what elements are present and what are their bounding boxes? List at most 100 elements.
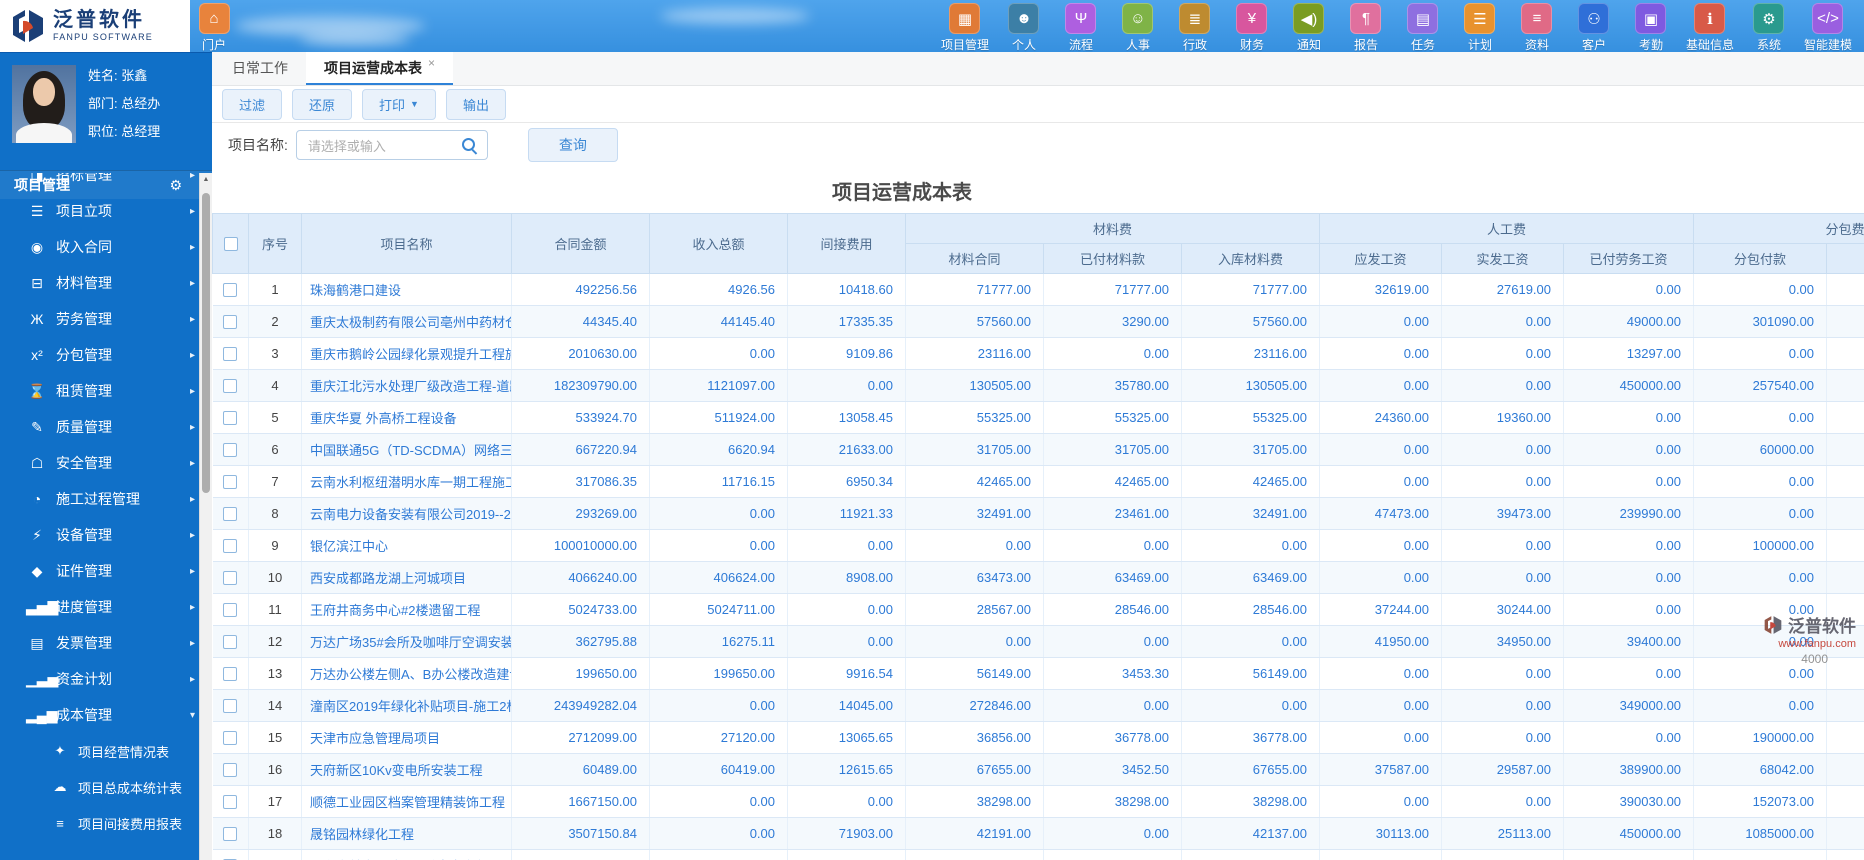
project-name-link[interactable]: 万达广场35#会所及咖啡厅空调安装工程 [301,625,512,658]
cell-material_contract: 63473.00 [905,561,1044,594]
row-checkbox[interactable] [223,411,238,426]
nav-item-document[interactable]: ≡ 资料 [1515,3,1559,53]
project-name-link[interactable]: 珠海鹤港口建设 [301,273,512,306]
nav-item-system-gear[interactable]: ⚙ 系统 [1747,3,1791,53]
tab-日常工作[interactable]: 日常工作 [214,52,306,85]
row-checkbox[interactable] [223,827,238,842]
nav-item-finance-money[interactable]: ¥ 财务 [1230,3,1274,53]
row-checkbox[interactable] [223,667,238,682]
row-checkbox[interactable] [223,347,238,362]
nav-item-flowchart[interactable]: Ψ 流程 [1059,3,1103,53]
row-checkbox[interactable] [223,603,238,618]
nav-item-person[interactable]: ☻ 个人 [1002,3,1046,53]
cell-material_stock: 130505.00 [1181,369,1321,402]
sidebar-item-labor[interactable]: Ж 劳务管理 ▸ [0,301,212,337]
project-name-link[interactable]: 重庆华夏 外高桥工程设备 [301,401,512,434]
sidebar-subitem-report-operation[interactable]: ✦ 项目经营情况表 [0,733,212,769]
select-all-checkbox[interactable] [223,237,238,252]
nav-item-project-grid[interactable]: ▦ 项目管理 [941,3,989,53]
row-checkbox[interactable] [223,571,238,586]
system-gear-icon: ⚙ [1753,3,1785,34]
过滤-button[interactable]: 过滤 [222,88,283,120]
sidebar-item-safety-helmet[interactable]: ☖ 安全管理 ▸ [0,445,212,481]
nav-item-speaker[interactable]: ◀) 通知 [1287,3,1331,53]
sidebar-item-invoice-doc[interactable]: ▤ 发票管理 ▸ [0,625,212,661]
row-checkbox[interactable] [223,443,238,458]
打印-button[interactable]: 打印 ▼ [362,88,436,120]
scrollbar-up-arrow[interactable]: ▲ [200,173,212,187]
tab-项目运营成本表[interactable]: 项目运营成本表 × [306,52,454,85]
col-material-stock: 入库材料费 [1180,243,1321,274]
sidebar-item-subcontract[interactable]: x² 分包管理 ▸ [0,337,212,373]
project-name-link[interactable]: 西安成都路龙湖上河城项目 [301,561,512,594]
project-name-link[interactable]: 云南水利枢纽潜明水库一期工程施工I标 [301,465,512,498]
row-checkbox[interactable] [223,475,238,490]
row-checkbox[interactable] [223,731,238,746]
sidebar-item-project-init[interactable]: ☰ 项目立项 ▸ [0,193,212,229]
nav-item-plan-sliders[interactable]: ☰ 计划 [1458,3,1502,53]
scrollbar-thumb[interactable] [202,193,210,493]
project-name-link[interactable]: 重庆市鹅岭公园绿化景观提升工程施工 [301,337,512,370]
search-icon[interactable] [461,138,475,151]
project-name-link[interactable]: 中国联通5G（TD-SCDMA）网络三期四川 [301,433,512,466]
project-name-input[interactable] [305,132,462,160]
row-checkbox[interactable] [223,379,238,394]
nav-item-base-info-doc[interactable]: ℹ 基础信息 [1686,3,1734,53]
project-name-link[interactable]: 重庆太极制药有限公司亳州中药材仓储物流 [301,305,512,338]
project-name-link[interactable]: 银亿滨江中心 [301,529,512,562]
project-name-link[interactable]: 潼南区2019年绿化补贴项目-施工2标段 [301,689,512,722]
project-name-link[interactable]: 天津市应急管理局项目 [301,721,512,754]
还原-button[interactable]: 还原 [292,88,353,120]
sidebar-item-certificate-tie[interactable]: ◆ 证件管理 ▸ [0,553,212,589]
cell-material_contract: 23116.00 [905,337,1044,370]
project-name-link[interactable]: 顺德工业园区档案管理精装饰工程（一标段 [301,785,512,818]
project-name-link[interactable]: 上海市美容医院ICU手术室净化工程 [301,849,512,860]
nav-item-code-model[interactable]: </> 智能建模 [1804,3,1852,53]
project-name-link[interactable]: 云南电力设备安装有限公司2019--2020年度 [301,497,512,530]
sidebar-subitem-report-indirect-fee[interactable]: ≡ 项目间接费用报表 [0,805,212,841]
query-button[interactable]: 查询 [527,128,618,162]
输出-button[interactable]: 输出 [445,88,506,120]
cell-subcontract_paid: 0.00 [1693,657,1828,690]
document-icon: ≡ [1521,3,1553,34]
project-name-link[interactable]: 天府新区10Kv变电所安装工程 [301,753,512,786]
sidebar-item-quality-pen[interactable]: ✎ 质量管理 ▸ [0,409,212,445]
nav-item-portal[interactable]: ⌂ 门户 [192,3,236,53]
col-wage-payable: 应发工资 [1319,243,1443,274]
project-name-link[interactable]: 万达办公楼左侧A、B办公楼改造建设工程 [301,657,512,690]
row-checkbox[interactable] [223,763,238,778]
cell-wage_actual: 0.00 [1441,465,1565,498]
project-name-link[interactable]: 王府井商务中心#2楼遗留工程 [301,593,512,626]
row-checkbox[interactable] [223,507,238,522]
nav-item-layers[interactable]: ≣ 行政 [1173,3,1217,53]
nav-item-hr-person[interactable]: ☺ 人事 [1116,3,1160,53]
cell-indirect: 8908.00 [787,561,906,594]
sidebar-item-material-cart[interactable]: ⊟ 材料管理 ▸ [0,265,212,301]
row-checkbox[interactable] [223,315,238,330]
sidebar-item-lease-hourglass[interactable]: ⌛ 租赁管理 ▸ [0,373,212,409]
nav-item-attendance-calendar[interactable]: ▣ 考勤 [1629,3,1673,53]
nav-item-customers[interactable]: ⚇ 客户 [1572,3,1616,53]
row-checkbox[interactable] [223,635,238,650]
sidebar-item-cost-chart[interactable]: ▂▄▆ 成本管理 ▾ [0,697,212,733]
project-name-link[interactable]: 晟铭园林绿化工程 [301,817,512,850]
row-checkbox[interactable] [223,539,238,554]
sidebar-scrollbar[interactable]: ▲ [199,173,212,860]
project-name-link[interactable]: 重庆江北污水处理厂级改造工程-道路修复 [301,369,512,402]
sidebar-subitem-report-total-cost[interactable]: ☁ 项目总成本统计表 [0,769,212,805]
row-checkbox[interactable] [223,795,238,810]
sidebar-item-construction-process[interactable]: ◔ 施工过程管理 ▸ [0,481,212,517]
cell-material_paid: 71777.00 [1043,273,1182,306]
row-checkbox[interactable] [223,699,238,714]
nav-item-report-doc[interactable]: ¶ 报告 [1344,3,1388,53]
nav-item-task-box[interactable]: ▤ 任务 [1401,3,1445,53]
finance-money-icon: ¥ [1236,3,1268,34]
row-checkbox[interactable] [223,283,238,298]
close-icon[interactable]: × [428,56,435,70]
sidebar-item-funds-plan-chart[interactable]: ▁▃▅ 资金计划 ▸ [0,661,212,697]
sidebar-item-bid[interactable]: ◨ 招标管理 ▸ [0,173,212,193]
sidebar-item-equipment-plug[interactable]: ⚡ 设备管理 ▸ [0,517,212,553]
menu-item-label: 分包管理 [56,347,112,363]
sidebar-item-progress-chart[interactable]: ▃▅▇ 进度管理 ▸ [0,589,212,625]
sidebar-item-income-contract[interactable]: ◉ 收入合同 ▸ [0,229,212,265]
